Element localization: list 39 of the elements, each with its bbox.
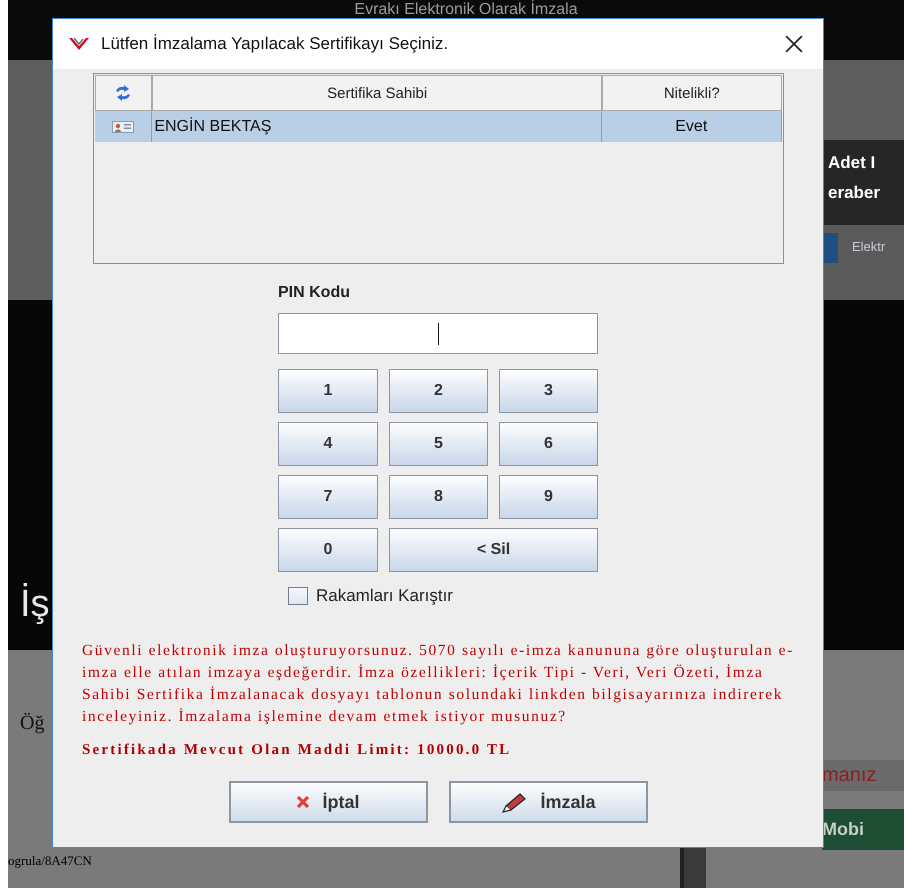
address-text: ogrula/8A47CN: [8, 853, 92, 869]
cancel-button[interactable]: İptal: [228, 781, 428, 823]
checkbox[interactable]: [288, 587, 308, 605]
digit-button[interactable]: 1: [278, 369, 378, 413]
digit-button[interactable]: 3: [499, 369, 598, 413]
page-title: Evrakı Elektronik Olarak İmzala: [354, 1, 578, 18]
digit-button[interactable]: 7: [278, 475, 378, 519]
digit-button[interactable]: 0: [278, 528, 378, 572]
column-header[interactable]: Sertifika Sahibi: [152, 75, 602, 111]
pen-icon: [500, 791, 528, 813]
warning-text: manız: [822, 760, 904, 791]
close-icon[interactable]: [785, 35, 803, 53]
field-label: PIN Kodu: [278, 284, 351, 302]
checkbox-label: Rakamları Karıştır: [316, 586, 453, 606]
heading: İş: [19, 582, 50, 627]
digit-button[interactable]: 2: [389, 369, 488, 413]
table-row[interactable]: ENGİN BEKTAŞ Evet: [94, 111, 782, 142]
digit-button[interactable]: 4: [278, 422, 378, 466]
digit-button[interactable]: 9: [499, 475, 598, 519]
refresh-button[interactable]: [94, 75, 152, 111]
window-title: Lütfen İmzalama Yapılacak Sertifikayı Seçiniz.: [101, 34, 450, 54]
limit-text: Sertifikada Mevcut Olan Maddi Limit: 10000.0 TL: [82, 742, 512, 759]
notice-text: Güvenli elektronik imza oluşturuyorsunuz. 5070 sayılı e-imza kanununa göre oluşturulan e-imza elle atılan imzaya eşdeğerdir. İmza özellikleri: İçerik Tipi - Veri, Veri Özeti, İmza Sahibi Sertifika İmzalanacak dosyayı tablonun solundaki linkden bilgisayarınıza indirerek inceleyiniz. İmzalama işlemine devam etmek istiyor musunuz?: [82, 641, 794, 727]
panel-text: eraber: [828, 182, 881, 204]
digit-button[interactable]: 5: [389, 422, 488, 466]
table-cell: Evet: [602, 111, 782, 142]
id-card-icon: [112, 120, 134, 132]
logo-icon: [69, 37, 89, 51]
cross-icon: [296, 795, 310, 809]
sign-button[interactable]: İmzala: [448, 781, 648, 823]
table-cell: ENGİN BEKTAŞ: [152, 111, 602, 142]
link[interactable]: Elektr: [852, 239, 886, 254]
field-label: Öğ: [20, 712, 44, 735]
panel-text: Adet I: [828, 152, 876, 174]
delete-button[interactable]: < Sil: [389, 528, 598, 572]
digit-button[interactable]: 6: [499, 422, 598, 466]
digit-button[interactable]: 8: [389, 475, 488, 519]
pin-field[interactable]: [278, 313, 598, 354]
column-header[interactable]: Nitelikli?: [602, 75, 782, 111]
